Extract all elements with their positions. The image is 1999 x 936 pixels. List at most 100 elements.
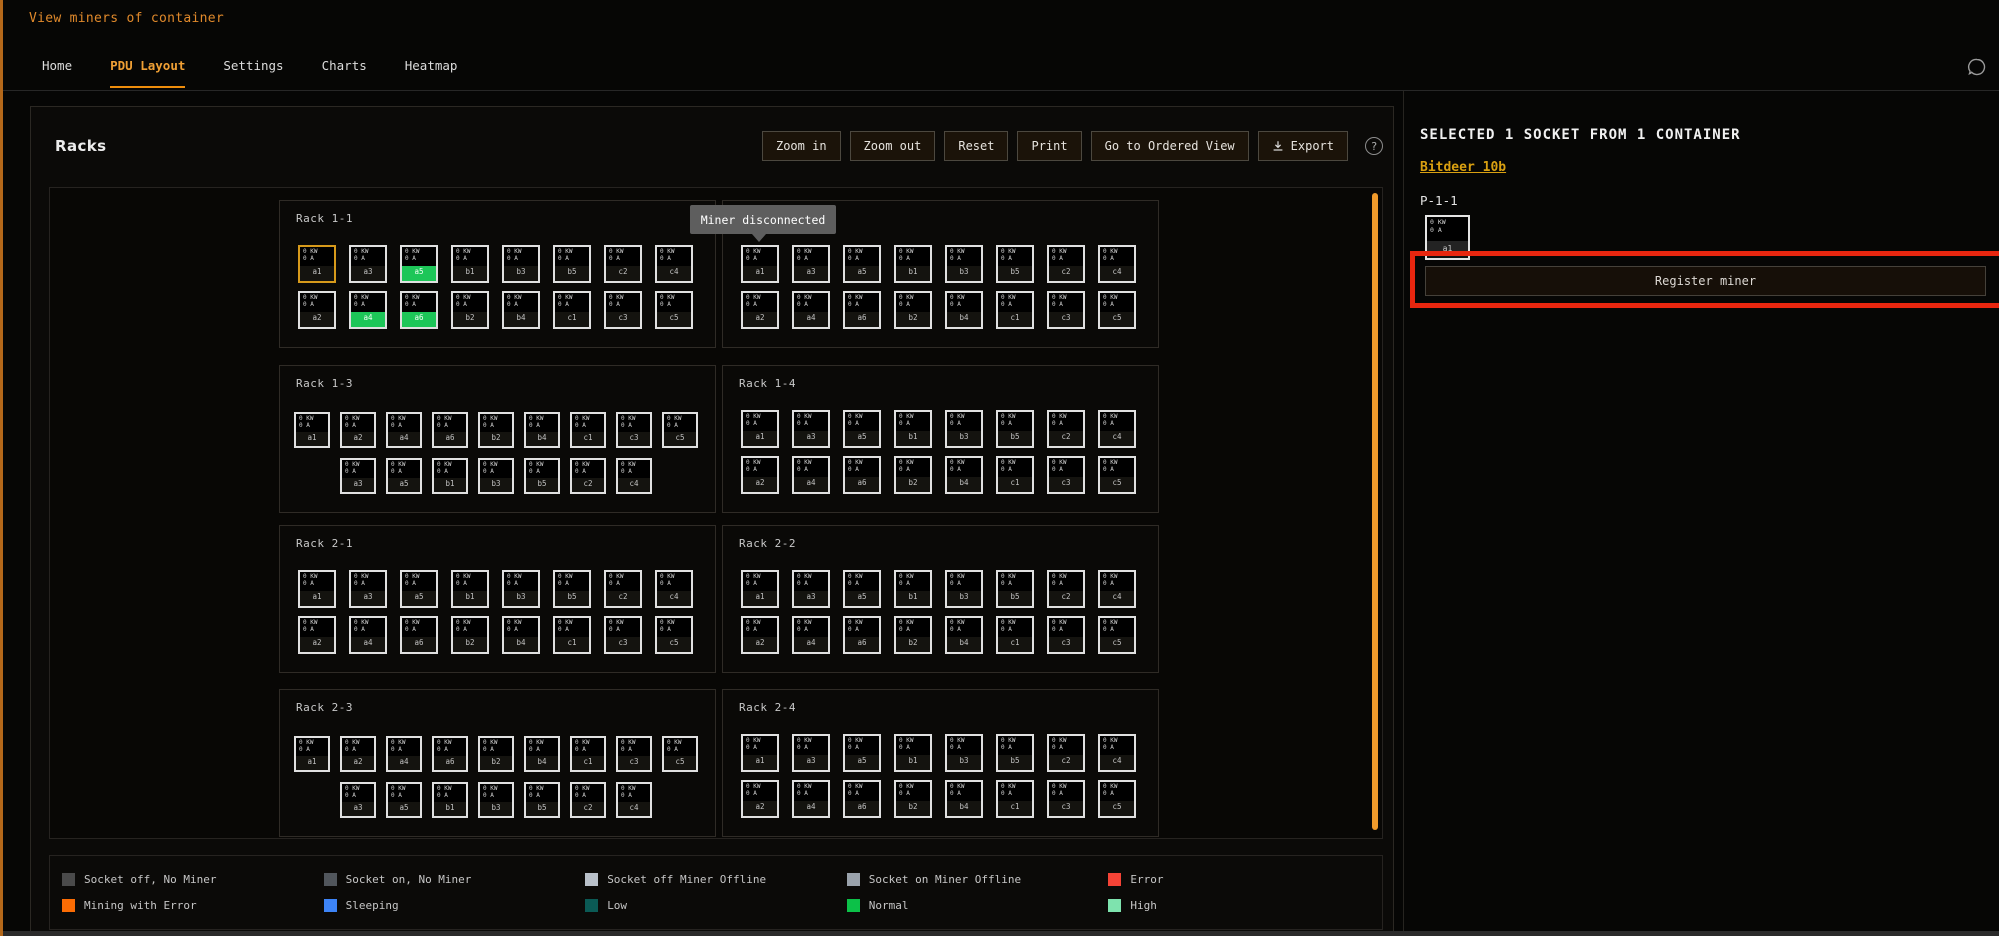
help-icon[interactable]: ?: [1365, 137, 1383, 155]
socket-b5[interactable]: 0 KW0 Ab5: [996, 245, 1034, 283]
socket-a2[interactable]: 0 KW0 Aa2: [340, 736, 376, 772]
socket-c2[interactable]: 0 KW0 Ac2: [570, 782, 606, 818]
export-button[interactable]: Export: [1258, 131, 1348, 161]
socket-a3[interactable]: 0 KW0 Aa3: [792, 570, 830, 608]
socket-a6[interactable]: 0 KW0 Aa6: [432, 412, 468, 448]
socket-b5[interactable]: 0 KW0 Ab5: [996, 570, 1034, 608]
socket-a1[interactable]: 0 KW0 Aa1: [741, 245, 779, 283]
socket-b1[interactable]: 0 KW0 Ab1: [451, 570, 489, 608]
socket-c4[interactable]: 0 KW0 Ac4: [1098, 734, 1136, 772]
socket-c2[interactable]: 0 KW0 Ac2: [1047, 410, 1085, 448]
socket-a1[interactable]: 0 KW0 Aa1: [741, 570, 779, 608]
tab-heatmap[interactable]: Heatmap: [405, 58, 458, 88]
socket-a2[interactable]: 0 KW0 Aa2: [741, 291, 779, 329]
chat-icon[interactable]: [1966, 56, 1988, 78]
socket-a4[interactable]: 0 KW0 Aa4: [792, 291, 830, 329]
socket-a4[interactable]: 0 KW0 Aa4: [349, 616, 387, 654]
socket-c4[interactable]: 0 KW0 Ac4: [616, 458, 652, 494]
socket-c3[interactable]: 0 KW0 Ac3: [604, 291, 642, 329]
socket-b1[interactable]: 0 KW0 Ab1: [451, 245, 489, 283]
socket-a2[interactable]: 0 KW0 Aa2: [741, 456, 779, 494]
socket-b3[interactable]: 0 KW0 Ab3: [478, 458, 514, 494]
socket-a5[interactable]: 0 KW0 Aa5: [843, 245, 881, 283]
socket-b2[interactable]: 0 KW0 Ab2: [451, 616, 489, 654]
socket-a4[interactable]: 0 KW0 Aa4: [792, 780, 830, 818]
socket-c1[interactable]: 0 KW0 Ac1: [996, 456, 1034, 494]
socket-c3[interactable]: 0 KW0 Ac3: [616, 736, 652, 772]
socket-b2[interactable]: 0 KW0 Ab2: [894, 780, 932, 818]
socket-a2[interactable]: 0 KW0 Aa2: [340, 412, 376, 448]
socket-a4[interactable]: 0 KW0 Aa4: [386, 736, 422, 772]
socket-a5[interactable]: 0 KW0 Aa5: [843, 734, 881, 772]
socket-a2[interactable]: 0 KW0 Aa2: [298, 616, 336, 654]
socket-a5[interactable]: 0 KW0 Aa5: [400, 245, 438, 283]
socket-b4[interactable]: 0 KW0 Ab4: [945, 616, 983, 654]
socket-b1[interactable]: 0 KW0 Ab1: [432, 458, 468, 494]
socket-a3[interactable]: 0 KW0 Aa3: [792, 734, 830, 772]
socket-b2[interactable]: 0 KW0 Ab2: [894, 456, 932, 494]
socket-a6[interactable]: 0 KW0 Aa6: [432, 736, 468, 772]
socket-b4[interactable]: 0 KW0 Ab4: [945, 291, 983, 329]
socket-c2[interactable]: 0 KW0 Ac2: [604, 245, 642, 283]
socket-a1[interactable]: 0 KW0 Aa1: [294, 736, 330, 772]
socket-b2[interactable]: 0 KW0 Ab2: [894, 616, 932, 654]
socket-a4[interactable]: 0 KW0 Aa4: [792, 456, 830, 494]
socket-b4[interactable]: 0 KW0 Ab4: [524, 736, 560, 772]
socket-c1[interactable]: 0 KW0 Ac1: [996, 616, 1034, 654]
selected-socket-thumbnail[interactable]: 0 KW 0 A a1: [1425, 215, 1470, 260]
socket-c2[interactable]: 0 KW0 Ac2: [604, 570, 642, 608]
socket-c5[interactable]: 0 KW0 Ac5: [1098, 291, 1136, 329]
register-miner-button[interactable]: Register miner: [1425, 266, 1986, 296]
socket-b1[interactable]: 0 KW0 Ab1: [894, 410, 932, 448]
socket-c3[interactable]: 0 KW0 Ac3: [1047, 616, 1085, 654]
socket-a1[interactable]: 0 KW0 Aa1: [741, 734, 779, 772]
socket-b4[interactable]: 0 KW0 Ab4: [945, 456, 983, 494]
reset-button[interactable]: Reset: [944, 131, 1008, 161]
socket-a5[interactable]: 0 KW0 Aa5: [843, 410, 881, 448]
socket-b5[interactable]: 0 KW0 Ab5: [524, 458, 560, 494]
socket-c4[interactable]: 0 KW0 Ac4: [1098, 245, 1136, 283]
zoom-in-button[interactable]: Zoom in: [762, 131, 841, 161]
socket-b2[interactable]: 0 KW0 Ab2: [478, 736, 514, 772]
socket-b1[interactable]: 0 KW0 Ab1: [894, 570, 932, 608]
socket-b4[interactable]: 0 KW0 Ab4: [502, 616, 540, 654]
socket-c1[interactable]: 0 KW0 Ac1: [553, 616, 591, 654]
socket-b1[interactable]: 0 KW0 Ab1: [894, 734, 932, 772]
socket-a5[interactable]: 0 KW0 Aa5: [386, 782, 422, 818]
socket-a4[interactable]: 0 KW0 Aa4: [792, 616, 830, 654]
socket-c1[interactable]: 0 KW0 Ac1: [570, 412, 606, 448]
socket-a1[interactable]: 0 KW0 Aa1: [298, 245, 336, 283]
socket-a6[interactable]: 0 KW0 Aa6: [400, 616, 438, 654]
socket-c4[interactable]: 0 KW0 Ac4: [1098, 570, 1136, 608]
socket-a4[interactable]: 0 KW0 Aa4: [349, 291, 387, 329]
socket-c4[interactable]: 0 KW0 Ac4: [655, 570, 693, 608]
tab-home[interactable]: Home: [42, 58, 72, 88]
tab-settings[interactable]: Settings: [223, 58, 283, 88]
socket-b5[interactable]: 0 KW0 Ab5: [553, 245, 591, 283]
socket-c5[interactable]: 0 KW0 Ac5: [655, 616, 693, 654]
socket-b1[interactable]: 0 KW0 Ab1: [432, 782, 468, 818]
socket-c2[interactable]: 0 KW0 Ac2: [1047, 570, 1085, 608]
socket-c1[interactable]: 0 KW0 Ac1: [570, 736, 606, 772]
socket-a5[interactable]: 0 KW0 Aa5: [843, 570, 881, 608]
socket-a6[interactable]: 0 KW0 Aa6: [843, 456, 881, 494]
socket-c2[interactable]: 0 KW0 Ac2: [1047, 734, 1085, 772]
socket-a6[interactable]: 0 KW0 Aa6: [843, 780, 881, 818]
socket-a2[interactable]: 0 KW0 Aa2: [741, 780, 779, 818]
socket-b2[interactable]: 0 KW0 Ab2: [894, 291, 932, 329]
socket-c5[interactable]: 0 KW0 Ac5: [662, 412, 698, 448]
socket-a5[interactable]: 0 KW0 Aa5: [386, 458, 422, 494]
socket-b4[interactable]: 0 KW0 Ab4: [524, 412, 560, 448]
go-to-ordered-view-button[interactable]: Go to Ordered View: [1091, 131, 1249, 161]
socket-b3[interactable]: 0 KW0 Ab3: [945, 245, 983, 283]
socket-c5[interactable]: 0 KW0 Ac5: [655, 291, 693, 329]
socket-a6[interactable]: 0 KW0 Aa6: [843, 616, 881, 654]
socket-c5[interactable]: 0 KW0 Ac5: [1098, 780, 1136, 818]
racks-scrollbar-thumb[interactable]: [1372, 193, 1378, 830]
socket-c3[interactable]: 0 KW0 Ac3: [604, 616, 642, 654]
socket-b5[interactable]: 0 KW0 Ab5: [996, 734, 1034, 772]
socket-c3[interactable]: 0 KW0 Ac3: [1047, 780, 1085, 818]
socket-b4[interactable]: 0 KW0 Ab4: [945, 780, 983, 818]
socket-a3[interactable]: 0 KW0 Aa3: [792, 245, 830, 283]
container-link[interactable]: Bitdeer 10b: [1420, 160, 1506, 175]
